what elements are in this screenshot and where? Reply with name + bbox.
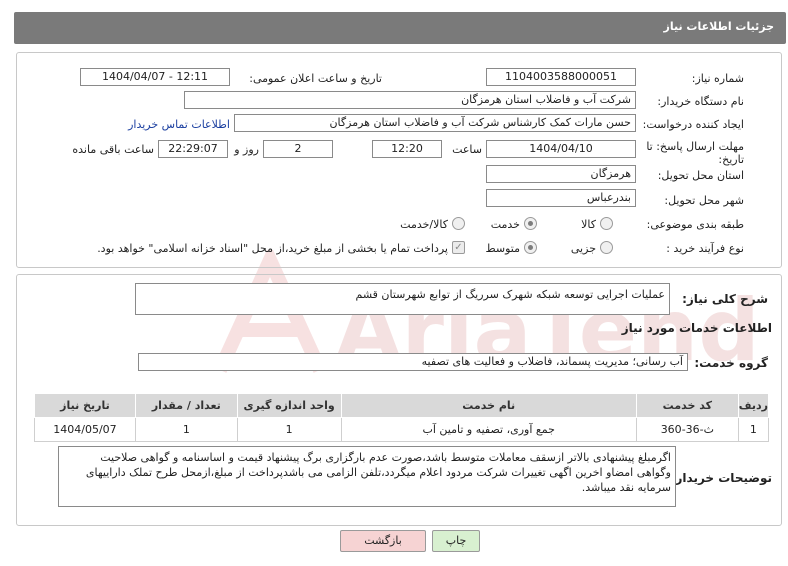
- time-remaining-label: ساعت باقی مانده: [72, 143, 154, 156]
- services-section-title: اطلاعات خدمات مورد نیاز: [621, 321, 772, 335]
- treasury-payment-checkbox[interactable]: ✓: [452, 241, 465, 254]
- purchase-radio-minor[interactable]: [600, 241, 613, 254]
- col-header-unit: واحد اندازه گیری: [236, 393, 342, 418]
- service-group-label: گروه خدمت:: [694, 356, 768, 370]
- announce-datetime-field: 1404/04/07 - 12:11: [80, 68, 230, 86]
- category-option-goods: کالا: [581, 218, 596, 231]
- requester-label: ایجاد کننده درخواست:: [642, 118, 744, 131]
- buyer-contact-link[interactable]: اطلاعات تماس خریدار: [128, 118, 230, 131]
- time-remaining-field: 22:29:07: [158, 140, 228, 158]
- cell-unit: 1: [236, 417, 342, 442]
- requester-field: حسن مارات کمک کارشناس شرکت آب و فاضلاب ا…: [234, 114, 636, 132]
- purchase-option-minor: جزیی: [570, 242, 596, 255]
- col-header-row-number: ردیف: [737, 393, 770, 418]
- announce-datetime-label: تاریخ و ساعت اعلان عمومی:: [249, 72, 382, 85]
- need-number-label: شماره نیاز:: [691, 72, 744, 85]
- col-header-service-code: کد خدمت: [635, 393, 739, 418]
- deadline-time-field: 12:20: [372, 140, 442, 158]
- cell-need-date: 1404/05/07: [34, 417, 136, 442]
- cell-service-code: ث-36-360: [635, 417, 739, 442]
- category-radio-service[interactable]: [524, 217, 537, 230]
- category-label: طبقه بندی موضوعی:: [646, 218, 744, 231]
- cell-service-name: جمع آوری، تصفیه و تامین آب: [340, 417, 637, 442]
- purchase-option-medium: متوسط: [485, 242, 520, 255]
- category-radio-goods[interactable]: [600, 217, 613, 230]
- purchase-radio-medium[interactable]: [524, 241, 537, 254]
- deadline-label-line1: مهلت ارسال پاسخ: تا: [646, 140, 744, 153]
- category-option-service: خدمت: [490, 218, 520, 231]
- treasury-payment-note: پرداخت تمام یا بخشی از مبلغ خرید،از محل …: [97, 242, 448, 255]
- need-number-field: 1104003588000051: [486, 68, 636, 86]
- city-label: شهر محل تحویل:: [664, 194, 744, 207]
- days-remaining-label: روز و: [234, 143, 259, 156]
- cell-quantity: 1: [134, 417, 238, 442]
- category-option-goods-service: کالا/خدمت: [400, 218, 448, 231]
- col-header-service-name: نام خدمت: [340, 393, 637, 418]
- city-field: بندرعباس: [486, 189, 636, 207]
- table-row: 1 ث-36-360 جمع آوری، تصفیه و تامین آب 1 …: [34, 417, 770, 442]
- days-remaining-field: 2: [263, 140, 333, 158]
- deadline-date-field: 1404/04/10: [486, 140, 636, 158]
- back-button[interactable]: بازگشت: [340, 530, 426, 552]
- deadline-time-label: ساعت: [452, 143, 482, 156]
- purchase-type-label: نوع فرآیند خرید :: [666, 242, 744, 255]
- services-table: ردیف کد خدمت نام خدمت واحد اندازه گیری ت…: [34, 393, 770, 442]
- col-header-need-date: تاریخ نیاز: [34, 393, 136, 418]
- table-header-row: ردیف کد خدمت نام خدمت واحد اندازه گیری ت…: [34, 393, 770, 418]
- category-radio-goods-service[interactable]: [452, 217, 465, 230]
- buyer-org-label: نام دستگاه خریدار:: [657, 95, 744, 108]
- summary-field: عملیات اجرایی توسعه شبکه شهرک سرریگ از ت…: [135, 283, 670, 315]
- buyer-org-field: شرکت آب و فاضلاب استان هرمزگان: [184, 91, 636, 109]
- province-field: هرمزگان: [486, 165, 636, 183]
- cell-row-number: 1: [737, 417, 770, 442]
- service-group-field: آب رسانی؛ مدیریت پسماند، فاضلاب و فعالیت…: [138, 353, 688, 371]
- print-button[interactable]: چاپ: [432, 530, 480, 552]
- buyer-notes-field: اگرمبلغ پیشنهادی بالاتر ازسقف معاملات مت…: [58, 446, 676, 507]
- province-label: استان محل تحویل:: [657, 169, 744, 182]
- col-header-quantity: تعداد / مقدار: [134, 393, 238, 418]
- page-title: جزئیات اطلاعات نیاز: [663, 20, 775, 33]
- buyer-notes-label: توضیحات خریدار:: [670, 471, 772, 485]
- deadline-label-line2: تاریخ:: [718, 153, 744, 166]
- page-header: جزئیات اطلاعات نیاز: [14, 12, 786, 44]
- summary-label: شرح کلی نیاز:: [682, 292, 768, 306]
